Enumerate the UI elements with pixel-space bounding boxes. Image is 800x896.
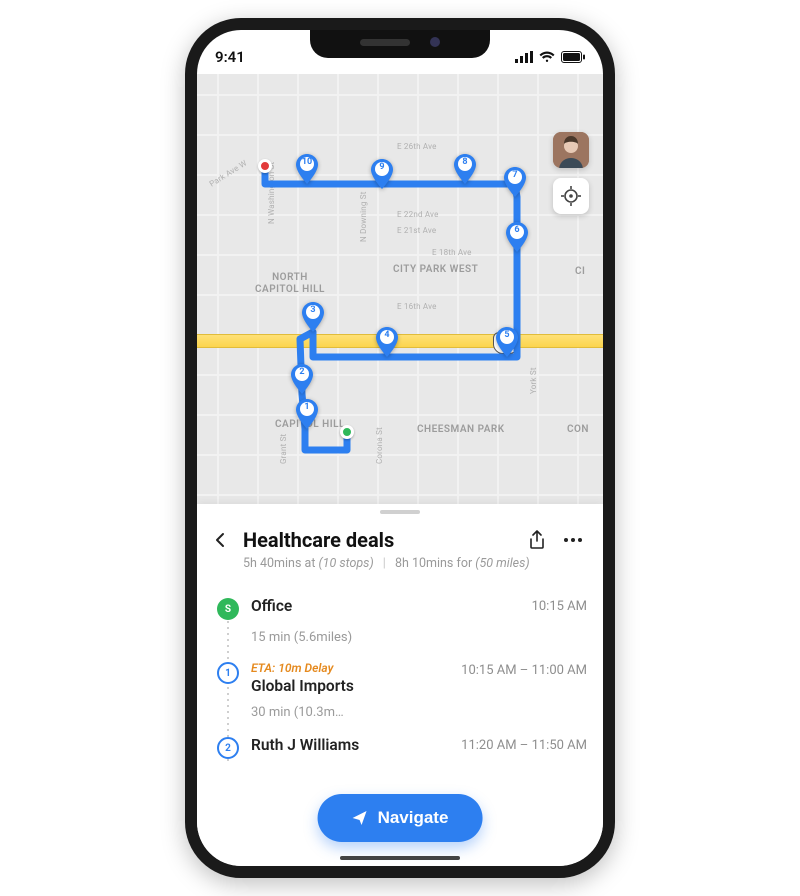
sheet-summary: 5h 40mins at (10 stops) | 8h 10mins for … bbox=[197, 556, 603, 583]
map-pin-5[interactable]: 5 bbox=[496, 327, 518, 357]
recenter-button[interactable] bbox=[553, 178, 589, 214]
profile-avatar[interactable] bbox=[553, 132, 589, 168]
stop-badge: S bbox=[217, 598, 239, 620]
stop-name: Global Imports bbox=[251, 677, 449, 695]
stop-time: 10:15 AM – 11:00 AM bbox=[461, 663, 587, 678]
stop-time: 11:20 AM – 11:50 AM bbox=[461, 738, 587, 753]
map-pin-2[interactable]: 2 bbox=[291, 364, 313, 394]
map-controls bbox=[553, 132, 589, 214]
navigate-arrow-icon bbox=[352, 810, 368, 826]
route-end-dot bbox=[258, 159, 272, 173]
status-time: 9:41 bbox=[215, 48, 245, 66]
stop-badge: 2 bbox=[217, 737, 239, 759]
map[interactable]: CITY PARK WEST NORTH CAPITOL HILL CAPITO… bbox=[197, 74, 603, 504]
segment-info: 15 min (5.6miles) bbox=[217, 624, 587, 651]
navigate-label: Navigate bbox=[378, 808, 449, 828]
stop-name: Office bbox=[251, 597, 520, 615]
sheet-header: Healthcare deals bbox=[197, 514, 603, 556]
route-start-dot bbox=[340, 425, 354, 439]
chevron-left-icon bbox=[212, 531, 230, 549]
status-right bbox=[515, 51, 585, 63]
summary-sep: | bbox=[383, 556, 386, 571]
map-pin-3[interactable]: 3 bbox=[302, 302, 324, 332]
summary-travel: 8h 10mins for bbox=[395, 556, 472, 571]
map-pin-4[interactable]: 4 bbox=[376, 327, 398, 357]
crosshair-icon bbox=[561, 186, 581, 206]
stops-list: S Office 10:15 AM 15 min (5.6miles) 1 ETA: 10… bbox=[197, 583, 603, 763]
more-button[interactable] bbox=[559, 526, 587, 554]
stop-time: 10:15 AM bbox=[532, 599, 587, 614]
cellular-icon bbox=[515, 51, 533, 63]
map-pin-8[interactable]: 8 bbox=[454, 154, 476, 184]
summary-stops: (10 stops) bbox=[319, 556, 374, 571]
share-icon bbox=[528, 530, 546, 550]
stop-row[interactable]: 2 Ruth J Williams 11:20 AM – 11:50 AM bbox=[217, 726, 587, 763]
back-button[interactable] bbox=[207, 526, 235, 554]
sheet-title: Healthcare deals bbox=[243, 528, 515, 552]
phone-notch bbox=[310, 30, 490, 58]
stop-main: ETA: 10m Delay Global Imports bbox=[251, 661, 449, 695]
more-horizontal-icon bbox=[563, 537, 583, 543]
stop-badge: 1 bbox=[217, 662, 239, 684]
map-pin-9[interactable]: 9 bbox=[371, 159, 393, 189]
navigate-button[interactable]: Navigate bbox=[318, 794, 483, 842]
route-polyline bbox=[197, 74, 603, 504]
stop-main: Ruth J Williams bbox=[251, 736, 449, 754]
screen: 9:41 CITY PARK WEST NORTH CAPITOL HILL C… bbox=[197, 30, 603, 866]
map-pin-7[interactable]: 7 bbox=[504, 167, 526, 197]
share-button[interactable] bbox=[523, 526, 551, 554]
battery-icon bbox=[561, 51, 585, 63]
map-pin-1[interactable]: 1 bbox=[296, 399, 318, 429]
stop-main: Office bbox=[251, 597, 520, 615]
summary-dist: (50 miles) bbox=[475, 556, 529, 571]
segment-info: 30 min (10.3m… bbox=[217, 699, 587, 726]
map-pin-6[interactable]: 6 bbox=[506, 222, 528, 252]
wifi-icon bbox=[539, 51, 555, 63]
map-pin-10[interactable]: 10 bbox=[296, 154, 318, 184]
home-indicator bbox=[340, 856, 460, 860]
stop-row[interactable]: S Office 10:15 AM bbox=[217, 587, 587, 624]
bottom-sheet[interactable]: Healthcare deals 5h 40mins at (10 stops)… bbox=[197, 504, 603, 866]
phone-frame: 9:41 CITY PARK WEST NORTH CAPITOL HILL C… bbox=[185, 18, 615, 878]
stop-name: Ruth J Williams bbox=[251, 736, 449, 754]
summary-duration: 5h 40mins at bbox=[243, 556, 315, 571]
stop-row[interactable]: 1 ETA: 10m Delay Global Imports 10:15 AM – … bbox=[217, 651, 587, 699]
stop-eta: ETA: 10m Delay bbox=[251, 661, 449, 675]
